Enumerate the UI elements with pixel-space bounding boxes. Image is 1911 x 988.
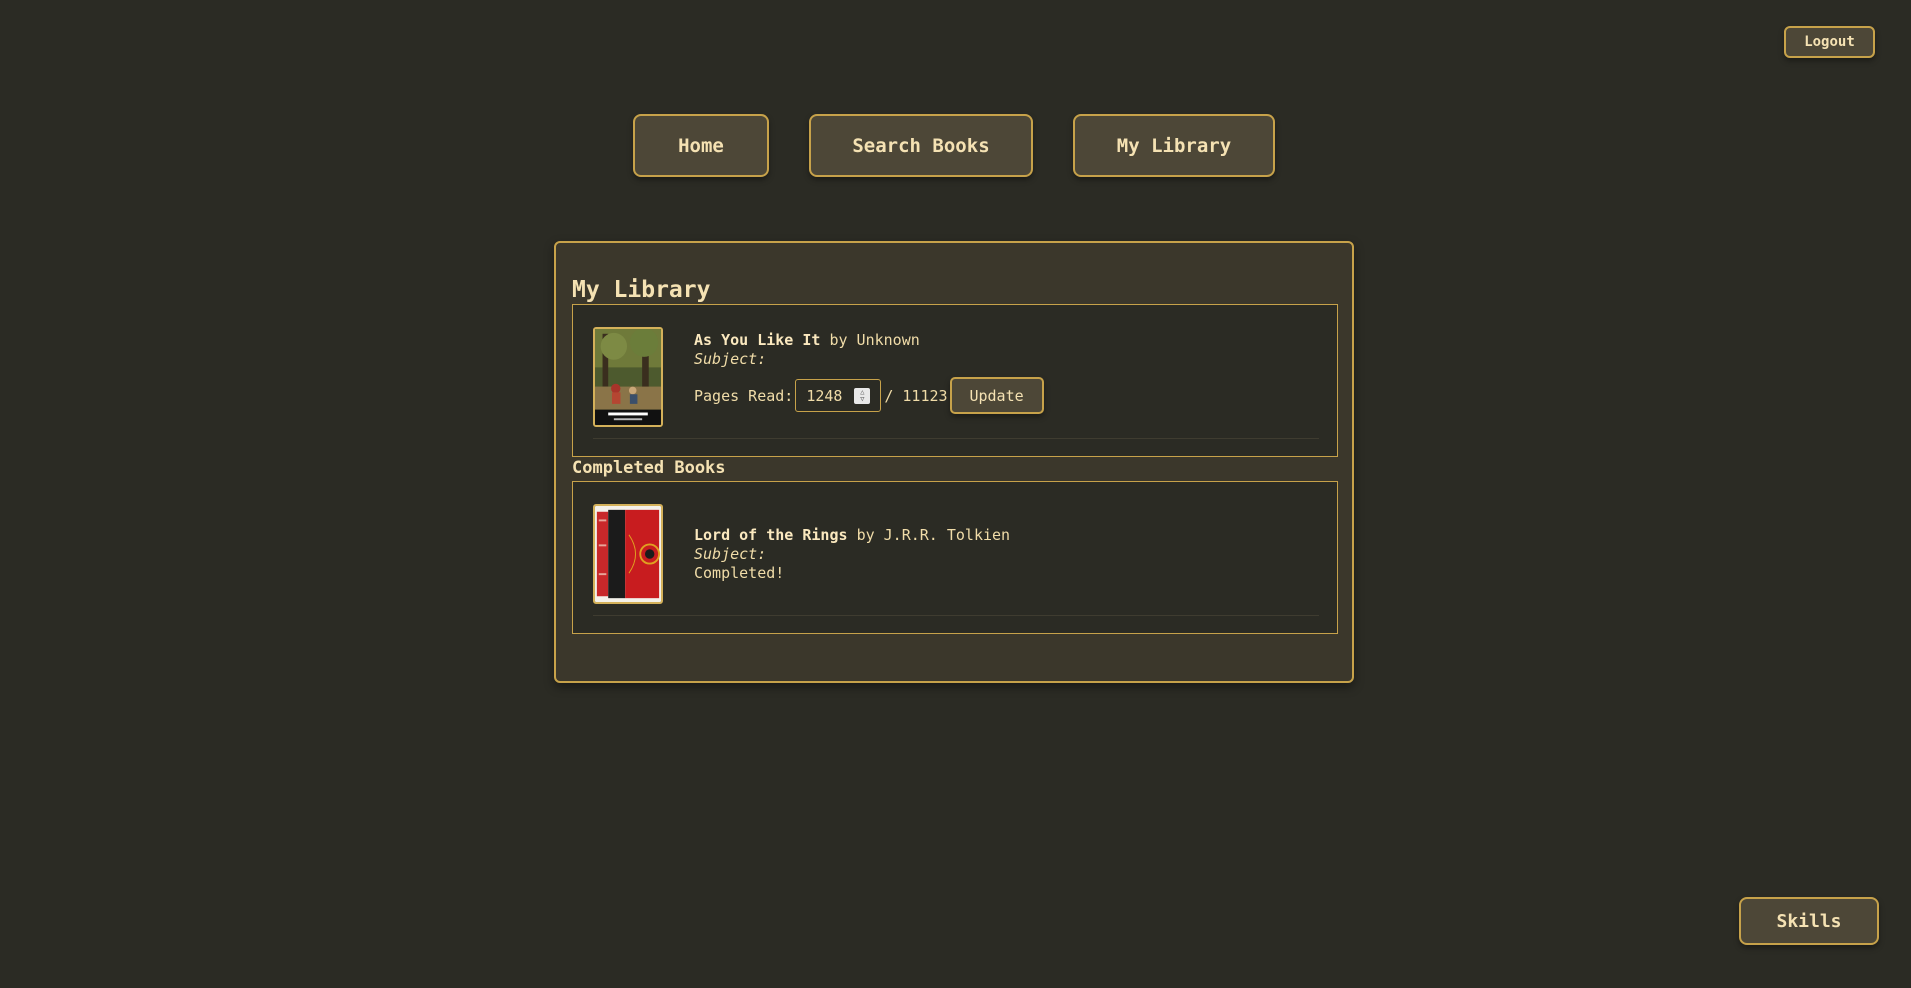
nav-search-books-button[interactable]: Search Books: [809, 114, 1033, 177]
book-title: Lord of the Rings: [694, 526, 848, 544]
current-book-info: As You Like It by Unknown Subject:: [694, 331, 920, 369]
logout-button[interactable]: Logout: [1784, 26, 1875, 58]
skills-button[interactable]: Skills: [1739, 897, 1879, 945]
as-you-like-it-cover-image: [593, 327, 663, 427]
library-panel: My Library As You Like It by Unknown Sub…: [554, 241, 1354, 683]
pages-read-row: Pages Read: 1248 △ ▽ / 11123 Update: [694, 377, 1044, 414]
current-book-card: As You Like It by Unknown Subject: Pages…: [572, 304, 1338, 457]
divider: [593, 438, 1319, 439]
update-button[interactable]: Update: [949, 377, 1044, 414]
completed-book-card: Lord of the Rings by J.R.R. Tolkien Subj…: [572, 481, 1338, 634]
nav-my-library-button[interactable]: My Library: [1073, 114, 1275, 177]
pages-read-input[interactable]: 1248 △ ▽: [795, 379, 882, 412]
nav-home-button[interactable]: Home: [633, 114, 769, 177]
completed-book-info: Lord of the Rings by J.R.R. Tolkien Subj…: [694, 526, 1010, 583]
book-title: As You Like It: [694, 331, 821, 349]
completed-books-title: Completed Books: [572, 458, 726, 478]
spin-down-icon[interactable]: ▽: [860, 396, 864, 403]
book-author: by J.R.R. Tolkien: [856, 526, 1011, 544]
book-subject-label: Subject:: [694, 545, 767, 563]
spinner-icon[interactable]: △ ▽: [854, 388, 871, 404]
lord-of-the-rings-cover-image: [593, 504, 663, 604]
divider: [593, 615, 1319, 616]
completed-status: Completed!: [694, 564, 785, 582]
pages-total: / 11123: [884, 386, 948, 405]
book-author: by Unknown: [829, 331, 920, 349]
pages-read-value: 1248: [806, 386, 843, 405]
page-title: My Library: [572, 277, 711, 303]
book-subject-label: Subject:: [694, 350, 767, 368]
pages-read-label: Pages Read:: [694, 386, 794, 405]
